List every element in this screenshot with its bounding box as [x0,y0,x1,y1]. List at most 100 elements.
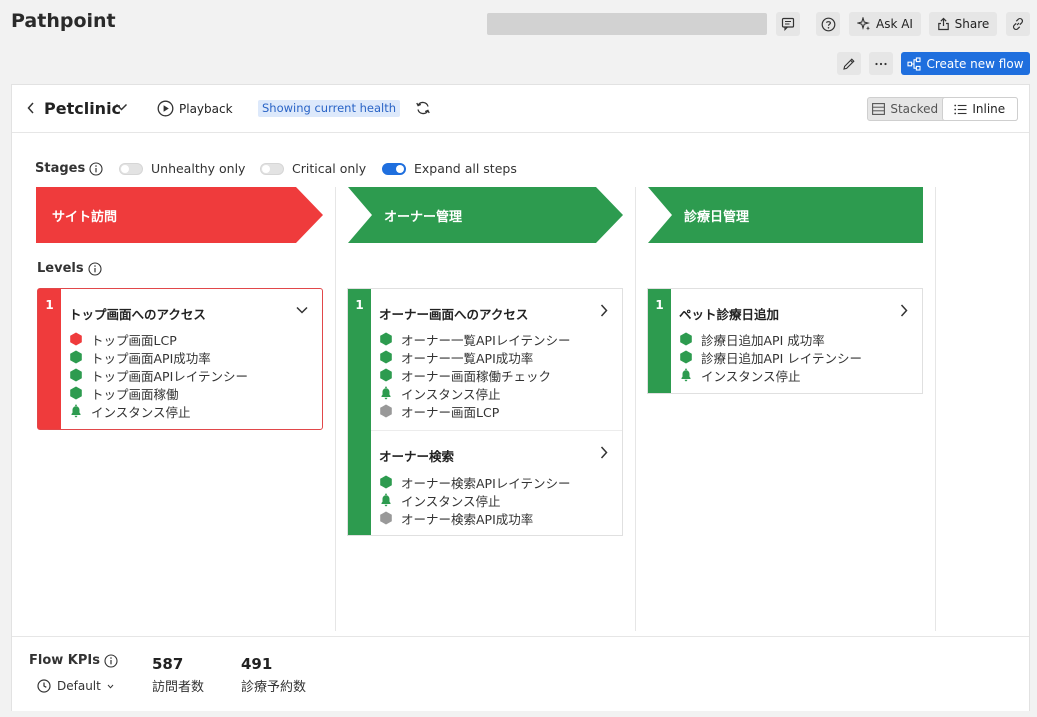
critical-only-switch[interactable] [260,162,284,175]
level-number: 1 [348,289,371,535]
critical-only-label: Critical only [292,161,367,176]
signal-item[interactable]: トップ画面APIレイテンシー [69,366,248,384]
signal-list: トップ画面LCP トップ画面API成功率 トップ画面APIレイテンシー トップ画… [69,330,248,420]
kpi-item[interactable]: 491 診療予約数 [241,655,306,695]
edit-button[interactable] [837,52,861,75]
chevron-down-icon [107,684,114,689]
chevron-left-icon[interactable] [26,101,36,115]
copy-link-button[interactable] [1006,12,1030,36]
chevron-right-icon[interactable] [600,446,608,459]
help-button[interactable] [816,12,840,36]
inline-view-option[interactable]: Inline [942,98,1017,120]
step-card[interactable]: ペット診療日追加 診療日追加API 成功率 診療日追加API レイテンシー イン… [671,289,922,393]
step-card[interactable]: オーナー画面へのアクセス オーナー一覧APIレイテンシー オーナー一覧API成功… [371,289,622,430]
signal-item[interactable]: 診療日追加API レイテンシー [679,348,862,366]
column-divider [935,187,936,631]
more-options-button[interactable] [869,52,893,75]
stacked-label: Stacked [890,102,939,116]
info-icon[interactable] [104,653,118,668]
signal-item[interactable]: オーナー画面LCP [379,402,571,420]
signal-item[interactable]: オーナー画面稼働チェック [379,366,571,384]
signal-item[interactable]: トップ画面稼働 [69,384,248,402]
sparkle-icon [857,17,870,31]
feedback-button[interactable] [776,12,800,36]
step-title[interactable]: オーナー検索 [379,446,454,465]
signal-item[interactable]: インスタンス停止 [379,491,571,509]
signal-label: オーナー検索API成功率 [401,511,534,527]
step-title[interactable]: オーナー画面へのアクセス [379,304,528,323]
chevron-right-icon[interactable] [600,304,608,317]
expand-all-steps-switch[interactable] [382,162,406,175]
stage-site-visit[interactable]: サイト訪問 [36,187,323,243]
signal-item[interactable]: オーナー検索APIレイテンシー [379,473,571,491]
column-divider [635,187,636,631]
signal-label: トップ画面LCP [91,332,177,348]
signal-list: オーナー一覧APIレイテンシー オーナー一覧API成功率 オーナー画面稼働チェッ… [379,330,571,420]
playback-button[interactable]: Playback [157,100,233,117]
signal-label: トップ画面稼働 [91,386,179,402]
flow-header: Petclinic Playback Showing current healt… [12,85,1029,133]
stage-name: サイト訪問 [52,209,118,225]
signal-item[interactable]: オーナー一覧API成功率 [379,348,571,366]
chevron-right-icon[interactable] [900,304,908,317]
hexagon-icon [380,332,392,346]
stacked-view-option[interactable]: Stacked [868,98,943,120]
signal-list: 診療日追加API 成功率 診療日追加API レイテンシー インスタンス停止 [679,330,862,384]
create-new-flow-button[interactable]: Create new flow [901,52,1030,75]
flow-panel: Petclinic Playback Showing current healt… [11,84,1030,711]
flow-kpis-heading: Flow KPIs [29,653,118,668]
signal-item[interactable]: トップ画面LCP [69,330,248,348]
stage-name: オーナー管理 [384,209,463,225]
kpi-period-dropdown[interactable]: Default [37,679,114,693]
kpi-item[interactable]: 587 訪問者数 [152,655,204,695]
chevron-down-icon[interactable] [115,103,128,112]
flow-kpis-bar: Flow KPIs Default 587 訪問者数 491 診療予約数 [12,636,1029,711]
info-icon[interactable] [88,261,102,276]
kpi-label: 訪問者数 [152,680,205,695]
step-title[interactable]: ペット診療日追加 [679,304,779,323]
level-number: 1 [648,289,671,393]
signal-item[interactable]: オーナー検索API成功率 [379,509,571,527]
create-new-flow-label: Create new flow [926,56,1024,71]
flow-kpis-label: Flow KPIs [29,653,100,668]
app-title: Pathpoint [11,10,116,32]
share-button[interactable]: Share [929,12,997,36]
signal-label: オーナー一覧API成功率 [401,350,534,366]
signal-item[interactable]: インスタンス停止 [379,384,571,402]
step-card[interactable]: オーナー検索 オーナー検索APIレイテンシー インスタンス停止 オーナー検索AP… [371,430,622,535]
search-bar[interactable] [487,13,767,35]
step-card[interactable]: トップ画面へのアクセス トップ画面LCP トップ画面API成功率 トップ画面AP… [61,289,322,429]
level-card: 1 ペット診療日追加 診療日追加API 成功率 診療日追加API レイテンシー … [647,288,923,394]
signal-list: オーナー検索APIレイテンシー インスタンス停止 オーナー検索API成功率 [379,473,571,527]
ask-ai-label: Ask AI [876,17,913,31]
share-label: Share [954,17,990,31]
flow-name[interactable]: Petclinic [44,99,121,118]
refresh-icon[interactable] [415,100,431,116]
signal-item[interactable]: トップ画面API成功率 [69,348,248,366]
step-title[interactable]: トップ画面へのアクセス [69,304,206,323]
column-divider [335,187,336,631]
hexagon-icon [70,386,82,400]
hexagon-icon [380,350,392,364]
info-icon[interactable] [89,161,103,176]
critical-only-toggle[interactable]: Critical only [260,161,366,176]
ask-ai-button[interactable]: Ask AI [849,12,921,36]
signal-item[interactable]: インスタンス停止 [679,366,862,384]
expand-all-steps-toggle[interactable]: Expand all steps [382,161,517,176]
hexagon-icon [380,368,392,382]
signal-item[interactable]: インスタンス停止 [69,402,248,420]
level-number: 1 [38,289,61,429]
unhealthy-only-switch[interactable] [119,162,143,175]
signal-item[interactable]: オーナー一覧APIレイテンシー [379,330,571,348]
help-icon [821,17,835,31]
chevron-down-icon[interactable] [296,306,308,314]
hexagon-icon [380,511,392,525]
stage-owner-management[interactable]: オーナー管理 [348,187,623,243]
levels-label: Levels [37,261,84,276]
stage-appointment-management[interactable]: 診療日管理 [648,187,923,243]
signal-item[interactable]: 診療日追加API 成功率 [679,330,862,348]
stacked-icon [872,103,886,115]
unhealthy-only-label: Unhealthy only [151,161,246,176]
hexagon-icon [70,350,82,364]
unhealthy-only-toggle[interactable]: Unhealthy only [119,161,245,176]
